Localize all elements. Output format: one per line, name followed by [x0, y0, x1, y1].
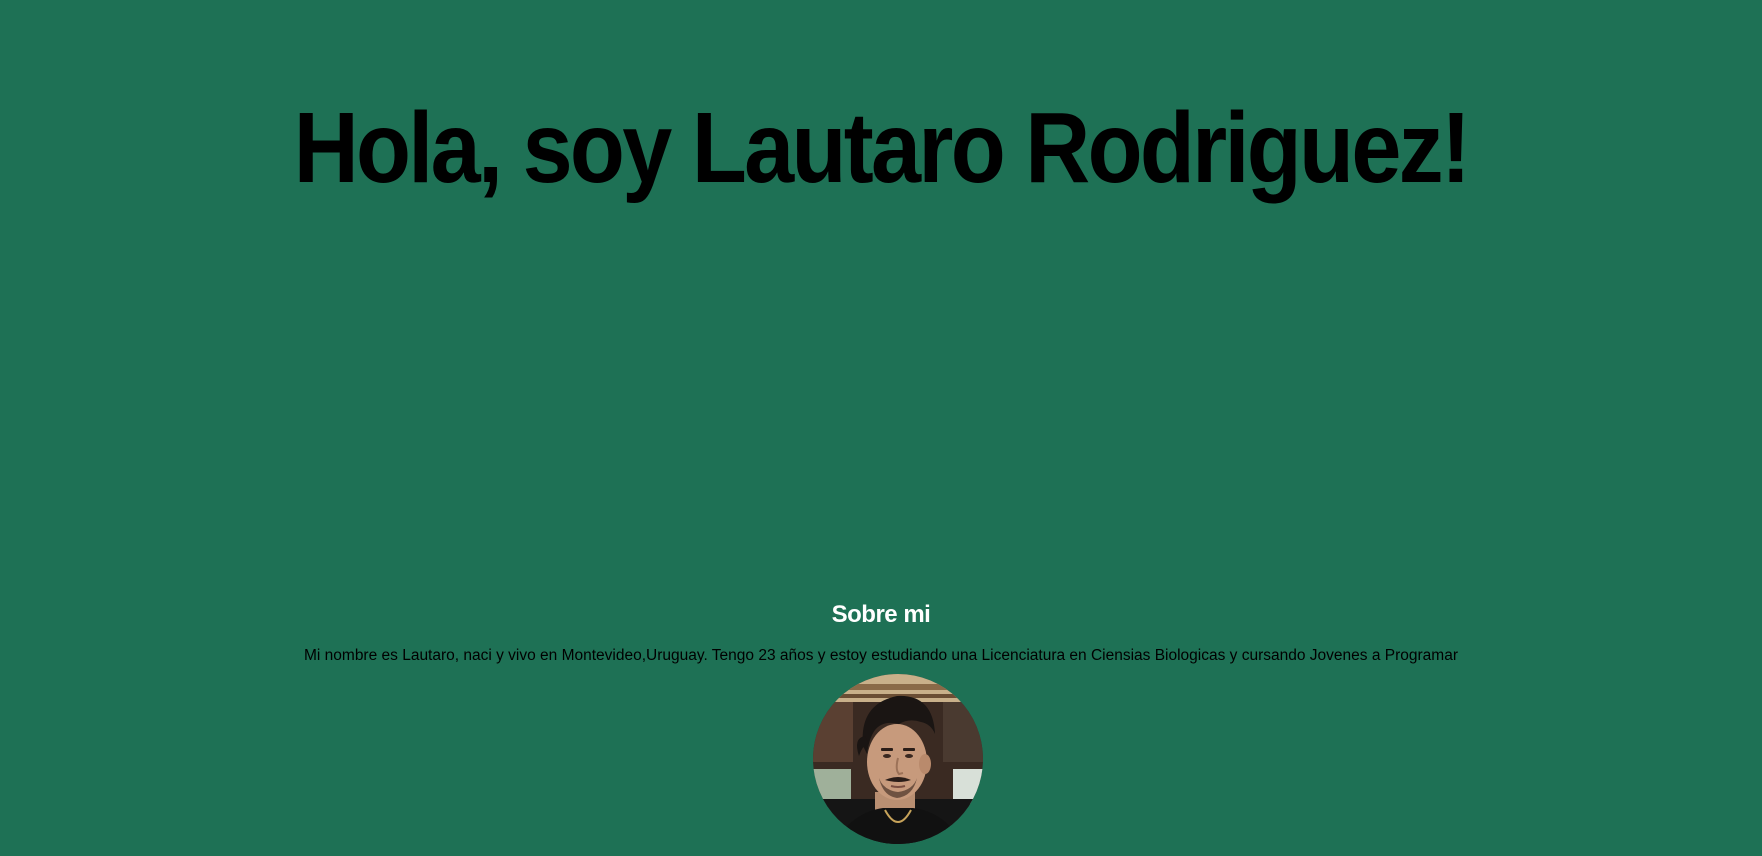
- profile-photo-icon: [813, 674, 983, 844]
- hero-title: Hola, soy Lautaro Rodriguez!: [293, 92, 1471, 204]
- about-text: Mi nombre es Lautaro, naci y vivo en Mon…: [304, 647, 1458, 664]
- about-heading: Sobre mi: [831, 601, 931, 628]
- profile-avatar: [813, 674, 983, 844]
- about-section: Sobre mi Mi nombre es Lautaro, naci y vi…: [0, 598, 1762, 666]
